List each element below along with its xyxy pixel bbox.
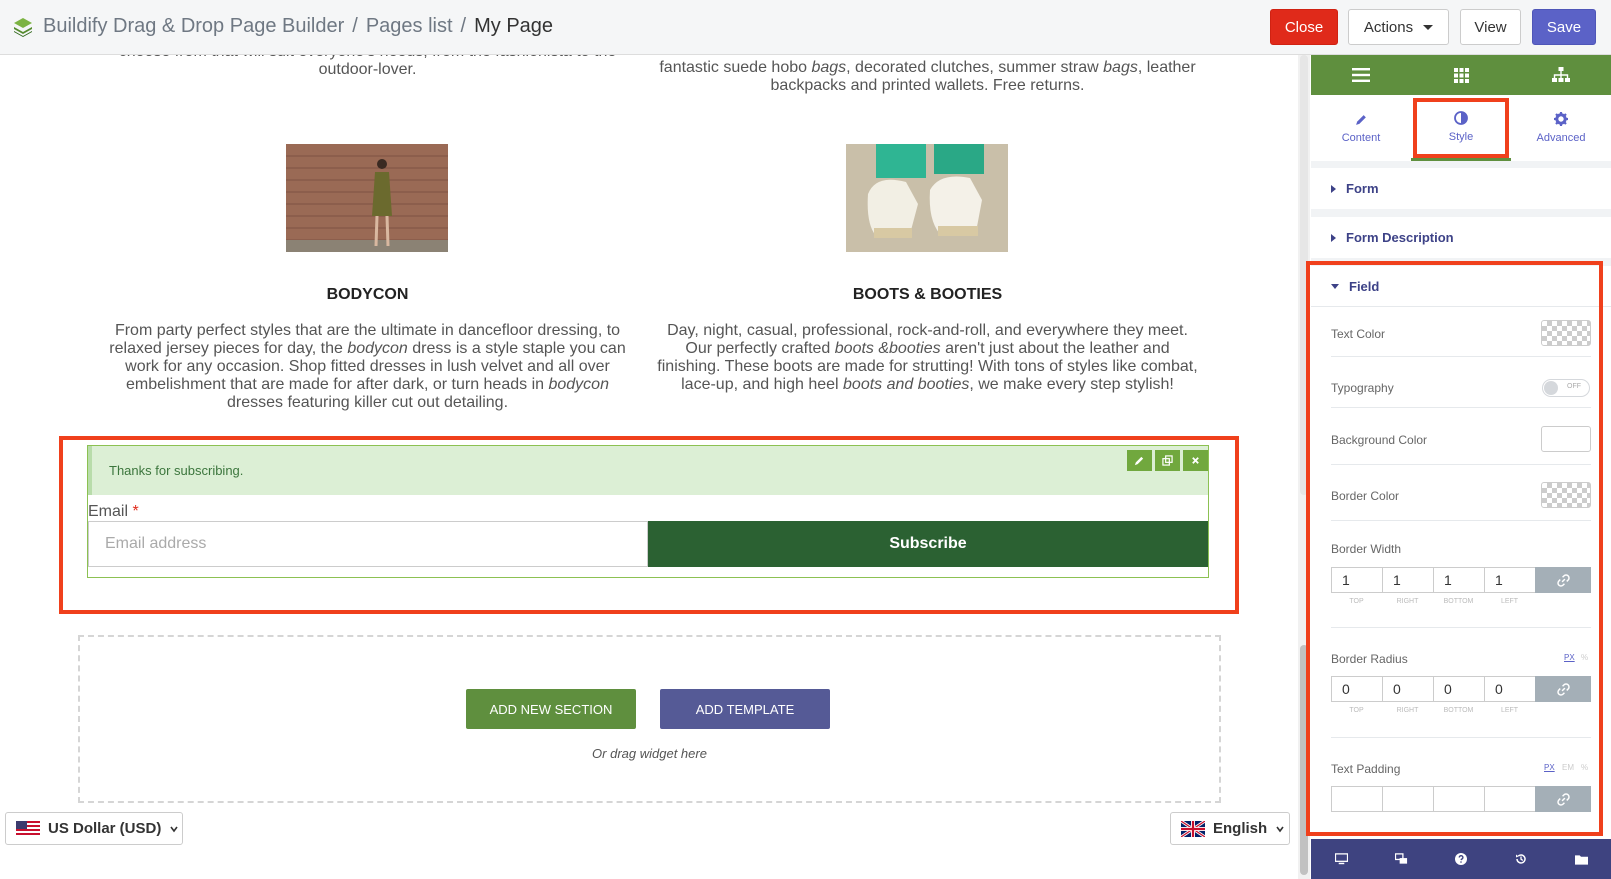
tab-advanced[interactable]: Advanced (1511, 95, 1611, 161)
woman-in-dress-photo[interactable] (286, 144, 448, 252)
section-form-description-toggle[interactable]: Form Description (1311, 217, 1611, 258)
layers-icon (1394, 853, 1407, 864)
field-section-highlight-box (1306, 261, 1603, 836)
app-title[interactable]: Buildify Drag & Drop Page Builder (43, 15, 344, 38)
currency-label: US Dollar (USD) (48, 820, 162, 837)
product-description: Day, night, casual, professional, rock-a… (657, 322, 1198, 393)
widgets-grid-button[interactable] (1411, 55, 1511, 95)
product-title: BODYCON (326, 286, 409, 303)
actions-dropdown-button[interactable]: Actions (1348, 9, 1449, 45)
platform-shoes-photo[interactable] (846, 144, 1008, 252)
language-selector[interactable]: English (1170, 812, 1290, 845)
close-button-label: Close (1284, 18, 1324, 36)
save-button[interactable]: Save (1532, 9, 1596, 45)
add-template-label: ADD TEMPLATE (695, 701, 795, 717)
folder-icon (1574, 854, 1588, 865)
currency-selector[interactable]: US Dollar (USD) (5, 812, 183, 845)
top-bar: Buildify Drag & Drop Page Builder / Page… (0, 0, 1611, 55)
caret-right-icon (1331, 233, 1336, 242)
breadcrumb-pages-list[interactable]: Pages list (366, 15, 453, 38)
panel-footer (1311, 839, 1611, 879)
language-label: English (1213, 820, 1268, 837)
add-section-label: ADD NEW SECTION (489, 701, 613, 717)
add-new-section-button[interactable]: ADD NEW SECTION (466, 689, 636, 729)
history-button[interactable] (1501, 839, 1541, 879)
hamburger-menu-icon (1352, 68, 1370, 82)
section-form-description-label: Form Description (1346, 230, 1454, 245)
tab-advanced-label: Advanced (1536, 132, 1586, 144)
pencil-icon (1355, 114, 1366, 125)
add-template-button[interactable]: ADD TEMPLATE (660, 689, 830, 729)
gear-icon (1554, 112, 1568, 126)
product-description: From party perfect styles that are the u… (109, 322, 626, 411)
page-title: My Page (474, 15, 554, 37)
caret-right-icon (1331, 184, 1336, 193)
sitemap-icon (1552, 67, 1570, 82)
close-button[interactable]: Close (1270, 9, 1338, 45)
product-title: BOOTS & BOOTIES (852, 286, 1003, 303)
chevron-down-icon (1276, 826, 1284, 832)
layers-logo-icon (14, 18, 32, 37)
section-form-toggle[interactable]: Form (1311, 168, 1611, 209)
tab-content-label: Content (1341, 131, 1381, 144)
actions-label: Actions (1363, 18, 1414, 36)
form-highlight-box (59, 436, 1239, 614)
view-label: View (1474, 18, 1507, 36)
breadcrumb: Buildify Drag & Drop Page Builder / Page… (43, 15, 553, 38)
caret-down-icon (1423, 24, 1434, 30)
uk-flag-icon (1181, 820, 1205, 837)
history-icon (1516, 854, 1526, 864)
breadcrumb-separator: / (460, 15, 467, 37)
help-button[interactable] (1441, 839, 1481, 879)
grid-icon (1453, 67, 1469, 83)
panel-header (1311, 55, 1611, 95)
menu-button[interactable] (1311, 55, 1411, 95)
navigator-button[interactable] (1511, 55, 1611, 95)
save-label: Save (1546, 18, 1582, 36)
style-tab-highlight-box (1413, 98, 1509, 158)
navigator-layers-button[interactable] (1381, 839, 1421, 879)
tab-content[interactable]: Content (1311, 95, 1411, 161)
responsive-mode-button[interactable] (1321, 839, 1361, 879)
desktop-icon (1334, 853, 1348, 865)
add-section-dropzone[interactable]: ADD NEW SECTION ADD TEMPLATE Or drag wid… (78, 635, 1221, 803)
chevron-down-icon (170, 826, 178, 832)
breadcrumb-separator: / (352, 15, 358, 37)
question-circle-icon (1455, 853, 1467, 865)
top-right-text: fantastic suede hobo bags, decorated clu… (659, 59, 1196, 94)
drag-widget-hint: Or drag widget here (592, 746, 707, 761)
us-flag-icon (16, 820, 40, 837)
top-left-text: choose from that will suit everyone's ne… (119, 55, 617, 78)
section-form-label: Form (1346, 181, 1379, 196)
templates-folder-button[interactable] (1561, 839, 1601, 879)
view-button[interactable]: View (1460, 9, 1521, 45)
